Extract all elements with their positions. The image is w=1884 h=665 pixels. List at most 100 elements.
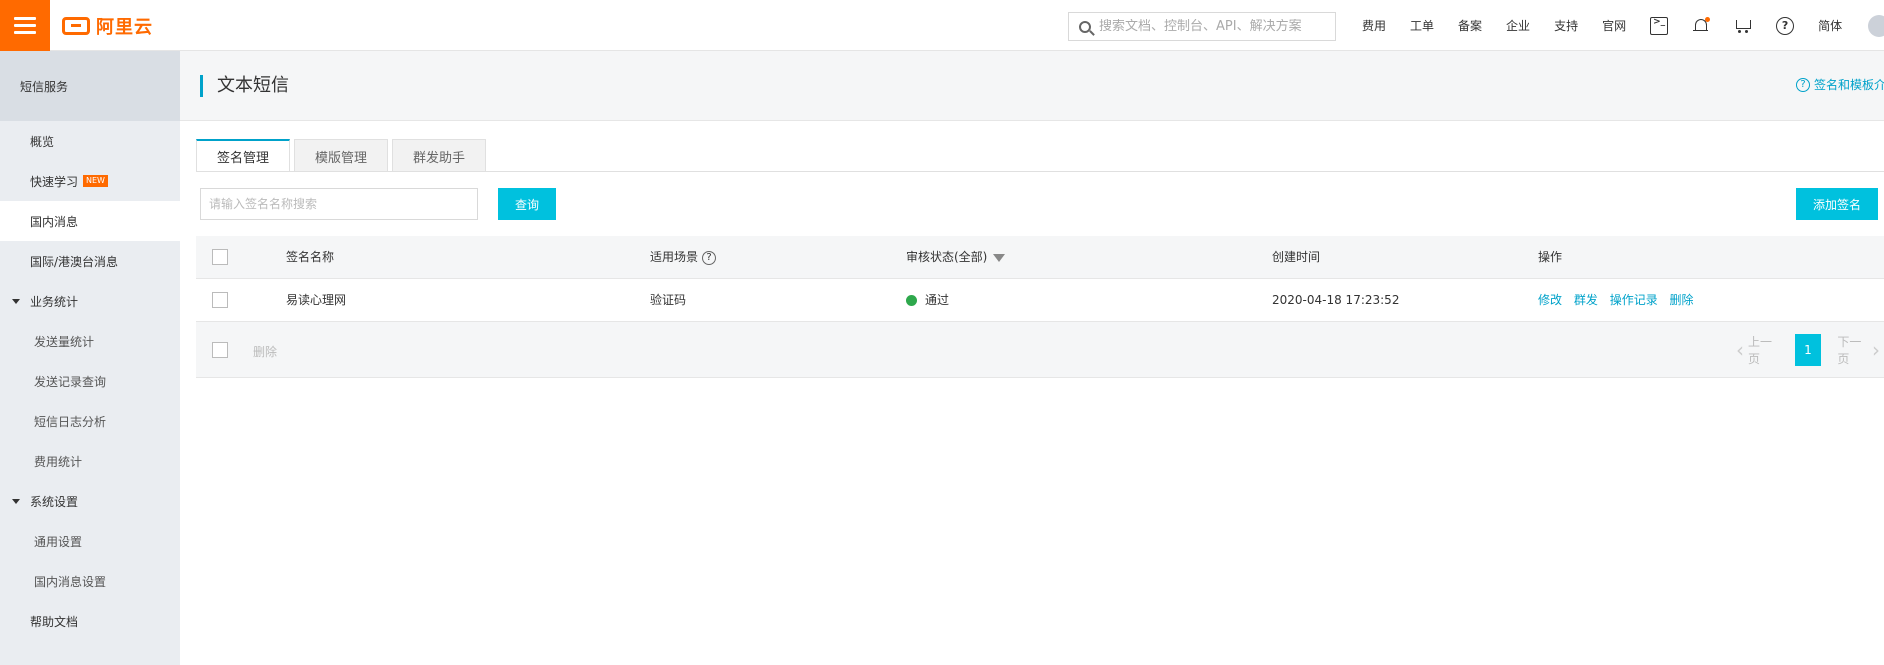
cell-created: 2020-04-18 17:23:52 bbox=[1272, 278, 1538, 322]
edit-link[interactable]: 修改 bbox=[1538, 293, 1562, 307]
next-page-button[interactable]: 下一页 › bbox=[1837, 333, 1884, 367]
sidebar-group-stats[interactable]: 业务统计 bbox=[0, 281, 180, 321]
bulk-send-link[interactable]: 群发 bbox=[1574, 293, 1598, 307]
sidebar-item-overview[interactable]: 概览 bbox=[0, 121, 180, 161]
tab-bulk-send[interactable]: 群发助手 bbox=[392, 139, 487, 172]
sidebar-item-label: 费用统计 bbox=[34, 454, 83, 469]
global-search[interactable] bbox=[1068, 12, 1336, 41]
sidebar-item-label: 国内消息 bbox=[30, 214, 79, 229]
aliyun-logo[interactable]: 阿里云 bbox=[62, 13, 153, 39]
prev-page-label: 上一页 bbox=[1748, 335, 1773, 366]
avatar[interactable] bbox=[1868, 15, 1884, 37]
select-all-cell bbox=[196, 236, 286, 279]
sidebar-item-label: 国内消息设置 bbox=[34, 574, 107, 589]
sidebar-item-domestic-settings[interactable]: 国内消息设置 bbox=[0, 561, 180, 601]
footer-select-all-checkbox[interactable] bbox=[212, 342, 228, 358]
sign-template-help-link[interactable]: ? 签名和模板介 bbox=[1796, 76, 1884, 93]
top-nav: 费用 工单 备案 企业 支持 官网 ? 简体 bbox=[1350, 0, 1854, 51]
sidebar-item-domestic[interactable]: 国内消息 bbox=[0, 201, 180, 241]
operation-log-link[interactable]: 操作记录 bbox=[1610, 293, 1658, 307]
menu-icon[interactable] bbox=[0, 0, 50, 51]
bell-icon[interactable] bbox=[1692, 16, 1711, 35]
cart-icon[interactable] bbox=[1734, 17, 1752, 35]
query-button[interactable]: 查询 bbox=[498, 188, 556, 220]
status-approved-icon bbox=[906, 295, 917, 306]
tab-template[interactable]: 模版管理 bbox=[294, 139, 389, 172]
sidebar-group-label: 业务统计 bbox=[30, 294, 79, 309]
question-circle-icon[interactable]: ? bbox=[702, 250, 717, 265]
sidebar-item-cost-stats[interactable]: 费用统计 bbox=[0, 441, 180, 481]
sidebar-group-label: 系统设置 bbox=[30, 494, 79, 509]
status-label: 通过 bbox=[925, 293, 950, 307]
col-status: 审核状态(全部) bbox=[906, 236, 1272, 279]
notification-dot bbox=[1705, 16, 1711, 22]
col-status-label: 审核状态(全部) bbox=[906, 250, 988, 265]
sidebar-item-quick-learn[interactable]: 快速学习 NEW bbox=[0, 161, 180, 201]
delete-link[interactable]: 删除 bbox=[1670, 293, 1694, 307]
caret-down-icon bbox=[12, 298, 20, 304]
prev-page-button[interactable]: ‹ 上一页 bbox=[1732, 333, 1779, 367]
nav-billing[interactable]: 费用 bbox=[1362, 17, 1386, 34]
nav-support[interactable]: 支持 bbox=[1554, 17, 1578, 34]
cell-status: 通过 bbox=[906, 278, 1272, 322]
col-ops: 操作 bbox=[1538, 236, 1884, 279]
col-name: 签名名称 bbox=[286, 236, 650, 279]
pagination: ‹ 上一页 1 下一页 › bbox=[1732, 334, 1884, 366]
next-page-label: 下一页 bbox=[1837, 335, 1862, 366]
sidebar-item-general-settings[interactable]: 通用设置 bbox=[0, 521, 180, 561]
sidebar-item-send-volume[interactable]: 发送量统计 bbox=[0, 321, 180, 361]
cell-name: 易读心理网 bbox=[286, 278, 650, 322]
sidebar-item-label: 通用设置 bbox=[34, 534, 83, 549]
row-select-cell bbox=[196, 278, 286, 322]
page-header: 文本短信 ? 签名和模板介 bbox=[180, 51, 1884, 121]
col-created: 创建时间 bbox=[1272, 236, 1538, 279]
sidebar-item-log-analysis[interactable]: 短信日志分析 bbox=[0, 401, 180, 441]
chevron-left-icon: ‹ bbox=[1736, 338, 1744, 362]
page-number[interactable]: 1 bbox=[1794, 334, 1822, 366]
nav-enterprise[interactable]: 企业 bbox=[1506, 17, 1530, 34]
terminal-icon[interactable] bbox=[1650, 16, 1669, 35]
help-icon[interactable]: ? bbox=[1776, 16, 1795, 35]
table-header-row: 签名名称 适用场景? 审核状态(全部) 创建时间 操作 bbox=[196, 236, 1884, 279]
cell-scene: 验证码 bbox=[650, 278, 906, 322]
col-scene: 适用场景? bbox=[650, 236, 906, 279]
tab-signature[interactable]: 签名管理 bbox=[196, 139, 291, 172]
language-switch[interactable]: 简体 bbox=[1818, 17, 1842, 34]
sidebar-title: 短信服务 bbox=[0, 51, 180, 121]
sidebar-item-label: 概览 bbox=[30, 134, 55, 149]
sidebar-group-settings[interactable]: 系统设置 bbox=[0, 481, 180, 521]
nav-icp[interactable]: 备案 bbox=[1458, 17, 1482, 34]
new-badge: NEW bbox=[83, 175, 108, 187]
sidebar-item-label: 短信日志分析 bbox=[34, 414, 107, 429]
question-circle-icon: ? bbox=[1796, 77, 1810, 92]
table-row: 易读心理网 验证码 通过 2020-04-18 17:23:52 修改 群发 操… bbox=[196, 278, 1884, 322]
sidebar-item-label: 发送记录查询 bbox=[34, 374, 107, 389]
sidebar-item-label: 快速学习 bbox=[30, 174, 79, 189]
page-title: 文本短信 bbox=[200, 75, 289, 97]
search-input[interactable] bbox=[1099, 19, 1329, 34]
sidebar-item-help-docs[interactable]: 帮助文档 bbox=[0, 601, 180, 641]
sidebar-item-label: 帮助文档 bbox=[30, 614, 79, 629]
filter-icon[interactable] bbox=[993, 253, 1006, 262]
sidebar-item-label: 国际/港澳台消息 bbox=[30, 254, 119, 269]
signature-search-input[interactable] bbox=[200, 188, 478, 220]
top-bar: 阿里云 费用 工单 备案 企业 支持 官网 ? 简体 bbox=[0, 0, 1884, 51]
sidebar-item-label: 发送量统计 bbox=[34, 334, 95, 349]
select-all-checkbox[interactable] bbox=[212, 248, 228, 265]
batch-delete-button[interactable]: 删除 bbox=[253, 343, 277, 360]
signature-table: 签名名称 适用场景? 审核状态(全部) 创建时间 操作 易读心理网 验证码 通过… bbox=[196, 236, 1884, 322]
tabs-divider bbox=[196, 171, 1884, 172]
nav-tickets[interactable]: 工单 bbox=[1410, 17, 1434, 34]
chevron-right-icon: › bbox=[1871, 338, 1880, 362]
cell-ops: 修改 群发 操作记录 删除 bbox=[1538, 278, 1884, 322]
sidebar-item-international[interactable]: 国际/港澳台消息 bbox=[0, 241, 180, 281]
main-content: 文本短信 ? 签名和模板介 签名管理 模版管理 群发助手 查询 添加签名 签名名… bbox=[180, 51, 1884, 665]
sidebar: 短信服务 概览 快速学习 NEW 国内消息 国际/港澳台消息 业务统计 发送量统… bbox=[0, 51, 180, 665]
add-signature-button[interactable]: 添加签名 bbox=[1796, 188, 1878, 220]
row-checkbox[interactable] bbox=[212, 291, 228, 308]
table-footer: 删除 ‹ 上一页 1 下一页 › bbox=[196, 322, 1884, 378]
nav-official-site[interactable]: 官网 bbox=[1602, 17, 1626, 34]
logo-mark-icon bbox=[62, 17, 90, 35]
logo-text: 阿里云 bbox=[96, 17, 153, 38]
sidebar-item-send-records[interactable]: 发送记录查询 bbox=[0, 361, 180, 401]
